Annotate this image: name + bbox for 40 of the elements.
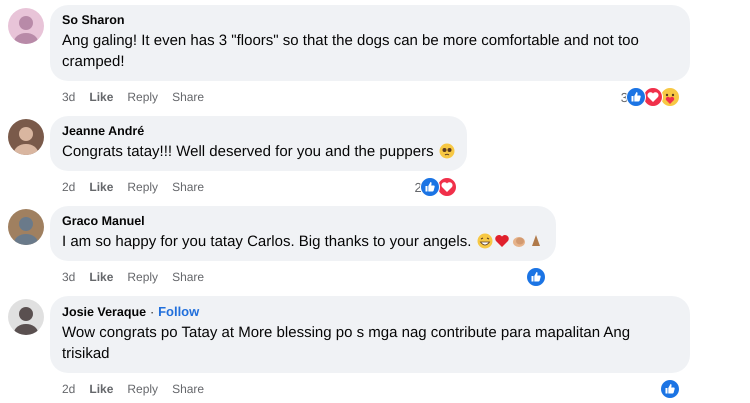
reaction-count[interactable]: 2 xyxy=(414,180,422,194)
thumbs-up-reaction-icon[interactable] xyxy=(626,87,646,107)
hug-face-reaction-icon[interactable] xyxy=(660,87,680,107)
comment-time[interactable]: 2d xyxy=(62,180,76,194)
like-link[interactable]: Like xyxy=(89,180,114,194)
share-link[interactable]: Share xyxy=(172,90,204,104)
avatar[interactable] xyxy=(8,299,44,335)
comment-text: Congrats tatay!!! Well deserved for you and the puppers xyxy=(62,143,434,160)
comment-time[interactable]: 3d xyxy=(62,270,76,284)
follow-link[interactable]: Follow xyxy=(158,304,200,319)
share-link[interactable]: Share xyxy=(172,180,204,194)
thumbs-up-reaction-icon[interactable] xyxy=(660,379,680,399)
like-link[interactable]: Like xyxy=(89,270,114,284)
heart-reaction-icon[interactable] xyxy=(643,87,663,107)
comment-text: I am so happy for you tatay Carlos. Big thanks to your angels. xyxy=(62,233,472,250)
comment-text: Ang galing! It even has 3 "floors" so that the dogs can be more comfortable and not too cramped! xyxy=(62,32,639,70)
avatar[interactable] xyxy=(8,119,44,155)
author-name[interactable]: So Sharon xyxy=(62,13,125,27)
reply-link[interactable]: Reply xyxy=(127,382,158,396)
pleading-emoji-icon xyxy=(438,143,455,159)
thumbs-up-reaction-icon[interactable] xyxy=(526,267,546,287)
comment-text: Wow congrats po Tatay at More blessing po s mga nag contribute para mapalitan Ang trisikad xyxy=(62,324,630,362)
grin-emoji-icon xyxy=(476,233,493,249)
share-link[interactable]: Share xyxy=(172,270,204,284)
like-link[interactable]: Like xyxy=(89,90,114,104)
author-name[interactable]: Jeanne André xyxy=(62,124,144,138)
separator-dot: · xyxy=(150,305,154,319)
author-name[interactable]: Josie Veraque xyxy=(62,305,146,319)
reply-link[interactable]: Reply xyxy=(127,270,158,284)
comment-time[interactable]: 2d xyxy=(62,382,76,396)
heart-emoji-icon xyxy=(494,233,510,249)
heart-reaction-icon[interactable] xyxy=(436,177,457,197)
share-link[interactable]: Share xyxy=(172,382,204,396)
like-link[interactable]: Like xyxy=(89,382,114,396)
comment-time[interactable]: 3d xyxy=(62,90,76,104)
reply-link[interactable]: Reply xyxy=(127,180,158,194)
reply-link[interactable]: Reply xyxy=(127,90,158,104)
avatar[interactable] xyxy=(8,209,44,245)
thumbs-up-reaction-icon[interactable] xyxy=(420,177,440,197)
author-name[interactable]: Graco Manuel xyxy=(62,214,145,228)
